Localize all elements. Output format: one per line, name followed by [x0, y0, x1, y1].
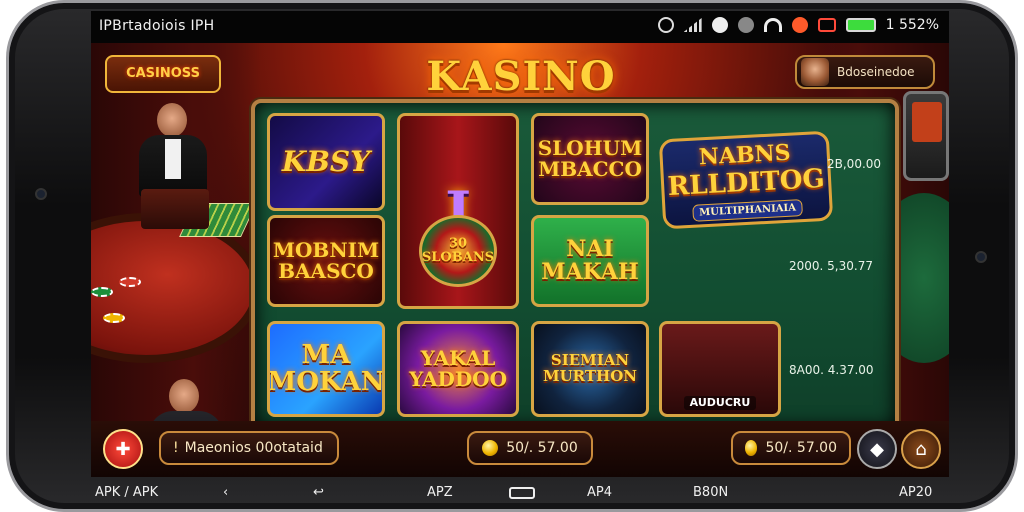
game-tile[interactable]: MA MOKAN	[267, 321, 385, 417]
info-icon: !	[173, 440, 179, 456]
game-tile-label: MOBNIM BAASCO	[272, 238, 380, 283]
sensor-icon	[975, 251, 987, 263]
wifi-icon	[763, 18, 782, 32]
promo-message[interactable]: ! Maeonios 00otataid	[159, 431, 339, 465]
coin-icon	[482, 440, 499, 456]
location-icon	[711, 17, 728, 33]
gift-icon[interactable]: ✚	[103, 429, 143, 469]
front-camera-icon	[35, 188, 47, 200]
casino-sign-logo: CASINOSS	[105, 55, 221, 93]
nav-label[interactable]: APZ	[427, 485, 453, 500]
game-tile-label: KBSY	[281, 145, 371, 179]
game-tile[interactable]: AUDUCRU	[659, 321, 781, 417]
game-tile-label: MA MOKAN	[267, 339, 385, 397]
game-tile-label: SLOHUM MBACCO	[537, 136, 643, 181]
game-tile[interactable]: NAI MAKAH	[531, 215, 649, 307]
game-tile[interactable]: SIEMIAN MURTHON	[531, 321, 649, 417]
game-tile[interactable]: 30 SLOBANS	[419, 215, 497, 287]
prize-amount: 2000. 5,30.77	[789, 259, 873, 273]
balance-center[interactable]: 50/. 57.00	[467, 431, 593, 465]
game-tile[interactable]: MOBNIM BAASCO	[267, 215, 385, 307]
screen: IPBrtadoiois IPH 1 552% CASINOSS KASINO	[91, 11, 949, 477]
chip-icon	[119, 277, 141, 287]
prize-amount: 2B,00.00	[827, 157, 882, 171]
balance-right[interactable]: 50/. 57.00	[731, 431, 851, 465]
game-tile[interactable]: YAKAL YADDOO	[397, 321, 519, 417]
game-scene: CASINOSS KASINO Bdoseinedoe KBSY J SLOHU…	[91, 43, 949, 477]
back-small-icon[interactable]: ‹	[223, 485, 228, 500]
settings-icon	[737, 17, 754, 33]
slot-machine-illustration	[903, 91, 949, 181]
system-nav-bar: APK / APK ‹ ↩ APZ AP4 B80N AP20	[9, 477, 1021, 511]
status-bar: IPBrtadoiois IPH 1 552%	[91, 11, 949, 43]
support-icon[interactable]: ◆	[857, 429, 897, 469]
signal-icon	[683, 18, 702, 32]
game-tile-label: 30 SLOBANS	[421, 236, 495, 265]
game-tile-label: NAI MAKAH	[541, 235, 639, 285]
recents-icon[interactable]	[509, 487, 535, 499]
game-tile[interactable]: KBSY	[267, 113, 385, 211]
battery-icon	[845, 18, 876, 32]
nav-label[interactable]: APK / APK	[95, 485, 158, 500]
menu-icon[interactable]: ⌂	[901, 429, 941, 469]
phone-frame: IPBrtadoiois IPH 1 552% CASINOSS KASINO	[6, 0, 1018, 512]
nav-label[interactable]: AP20	[899, 485, 932, 500]
bottom-bar: ✚ ! Maeonios 00otataid 50/. 57.00 50/. 5…	[91, 421, 949, 477]
balance-right-text: 50/. 57.00	[765, 440, 837, 456]
game-grid-panel: KBSY J SLOHUM MBACCO MOBNIM BAASCO 30 SL…	[251, 99, 899, 431]
chip-icon	[103, 313, 125, 323]
player-name: Bdoseinedoe	[837, 65, 915, 79]
nav-label[interactable]: B80N	[693, 485, 728, 500]
nav-label[interactable]: AP4	[587, 485, 612, 500]
chip-icon	[91, 287, 113, 297]
game-tile-label: SIEMIAN MURTHON	[543, 351, 637, 385]
back-icon[interactable]: ↩	[313, 485, 324, 500]
promo-text: Maeonios 00otataid	[184, 440, 323, 456]
avatar	[801, 58, 829, 86]
game-tile-label: AUDUCRU	[683, 396, 757, 410]
featured-line-2: RLLDITOG	[666, 163, 826, 202]
balance-center-text: 50/. 57.00	[506, 440, 578, 456]
notification-icon	[791, 17, 808, 33]
coin-icon	[745, 440, 758, 456]
record-icon	[817, 18, 836, 32]
alarm-icon	[657, 17, 674, 33]
player-profile-button[interactable]: Bdoseinedoe	[795, 55, 935, 89]
page-title: KASINO	[426, 53, 616, 100]
prize-amount: 8A00. 4.37.00	[789, 363, 874, 377]
game-tile[interactable]: SLOHUM MBACCO	[531, 113, 649, 205]
featured-line-3: MULTIPHANIAIA	[691, 198, 804, 222]
status-app-name: IPBrtadoiois IPH	[99, 18, 215, 34]
game-tile-label: YAKAL YADDOO	[408, 346, 508, 391]
featured-game-banner[interactable]: NABNS RLLDITOG MULTIPHANIAIA	[658, 130, 834, 230]
battery-percent: 1 552%	[885, 17, 939, 33]
